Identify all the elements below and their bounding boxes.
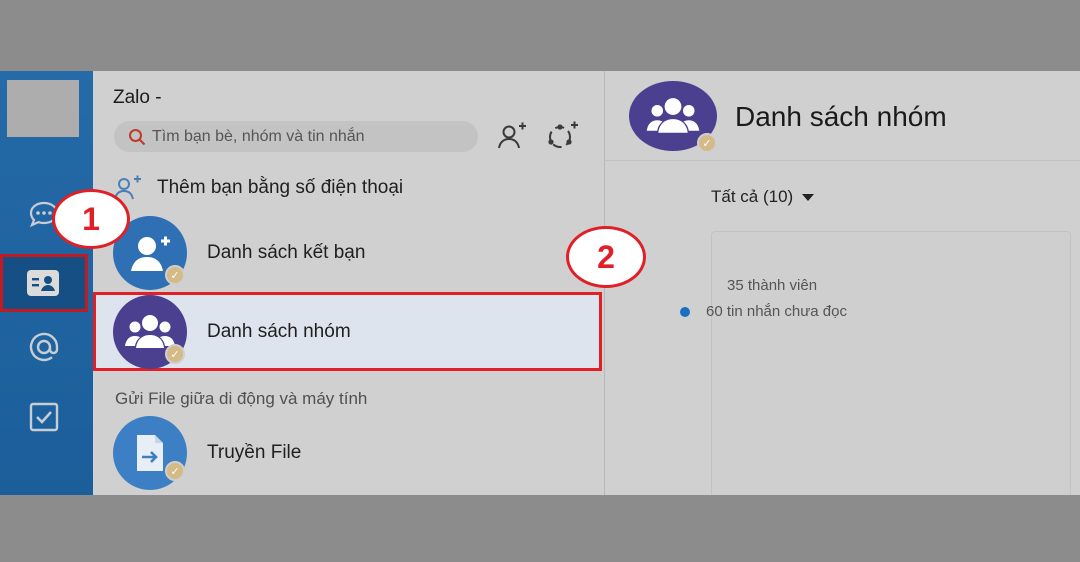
unread-count-label: 60 tin nhắn chưa đọc bbox=[706, 303, 847, 320]
group-card[interactable] bbox=[711, 231, 1071, 495]
add-friend-by-phone[interactable]: Thêm bạn bằng số điện thoại bbox=[113, 173, 403, 203]
verified-badge-icon: ✓ bbox=[697, 133, 717, 153]
create-group-button[interactable] bbox=[545, 119, 579, 153]
search-placeholder: Tìm bạn bè, nhóm và tin nhắn bbox=[152, 127, 365, 145]
chevron-down-icon bbox=[802, 194, 815, 201]
search-icon bbox=[129, 128, 146, 145]
list-item-friends[interactable]: ✓ Danh sách kết bạn bbox=[93, 215, 605, 291]
list-item-transfer-file[interactable]: ✓ Truyền File bbox=[93, 415, 605, 491]
add-friend-button[interactable] bbox=[495, 119, 529, 153]
nav-contacts-active[interactable] bbox=[0, 254, 88, 312]
groups-header: ✓ Danh sách nhóm bbox=[605, 71, 1080, 161]
groups-detail-panel: ✓ Danh sách nhóm Tất cả (10) 35 thành vi… bbox=[605, 71, 1080, 495]
friends-list-label: Danh sách kết bạn bbox=[207, 242, 366, 263]
at-icon[interactable] bbox=[24, 327, 64, 367]
verified-badge-icon: ✓ bbox=[165, 265, 185, 285]
list-item-groups-inner: ✓ Danh sách nhóm bbox=[93, 294, 605, 370]
contacts-icon bbox=[23, 263, 63, 303]
list-item-groups[interactable]: ✓ Danh sách nhóm bbox=[93, 292, 602, 371]
todo-icon[interactable] bbox=[24, 397, 64, 437]
callout-step-1: 1 bbox=[52, 189, 130, 249]
left-navbar bbox=[0, 71, 93, 495]
groups-list-label: Danh sách nhóm bbox=[207, 321, 351, 342]
search-input[interactable]: Tìm bạn bè, nhóm và tin nhắn bbox=[114, 121, 478, 152]
group-filter-dropdown[interactable]: Tất cả (10) bbox=[711, 187, 815, 207]
app-title: Zalo - bbox=[113, 87, 162, 108]
member-count: 35 thành viên bbox=[727, 277, 818, 294]
callout-step-2: 2 bbox=[566, 226, 646, 288]
create-group-icon bbox=[548, 121, 578, 148]
verified-badge-icon: ✓ bbox=[165, 344, 185, 364]
section-title-file: Gửi File giữa di động và máy tính bbox=[115, 389, 368, 408]
group-filter-value: Tất cả (10) bbox=[711, 187, 794, 206]
unread-dot-icon bbox=[680, 306, 690, 317]
verified-badge-icon: ✓ bbox=[165, 461, 185, 481]
transfer-file-label: Truyền File bbox=[207, 442, 302, 463]
zalo-window: Zalo - Tìm bạn bè, nhóm và tin nhắn Thêm… bbox=[0, 71, 1080, 495]
contacts-panel: Zalo - Tìm bạn bè, nhóm và tin nhắn Thêm… bbox=[93, 71, 605, 495]
unread-count: 60 tin nhắn chưa đọc bbox=[680, 303, 847, 320]
user-avatar[interactable] bbox=[7, 80, 79, 137]
add-friend-icon bbox=[498, 122, 526, 149]
page-title: Danh sách nhóm bbox=[735, 101, 947, 132]
add-friend-by-phone-label: Thêm bạn bằng số điện thoại bbox=[157, 177, 404, 198]
